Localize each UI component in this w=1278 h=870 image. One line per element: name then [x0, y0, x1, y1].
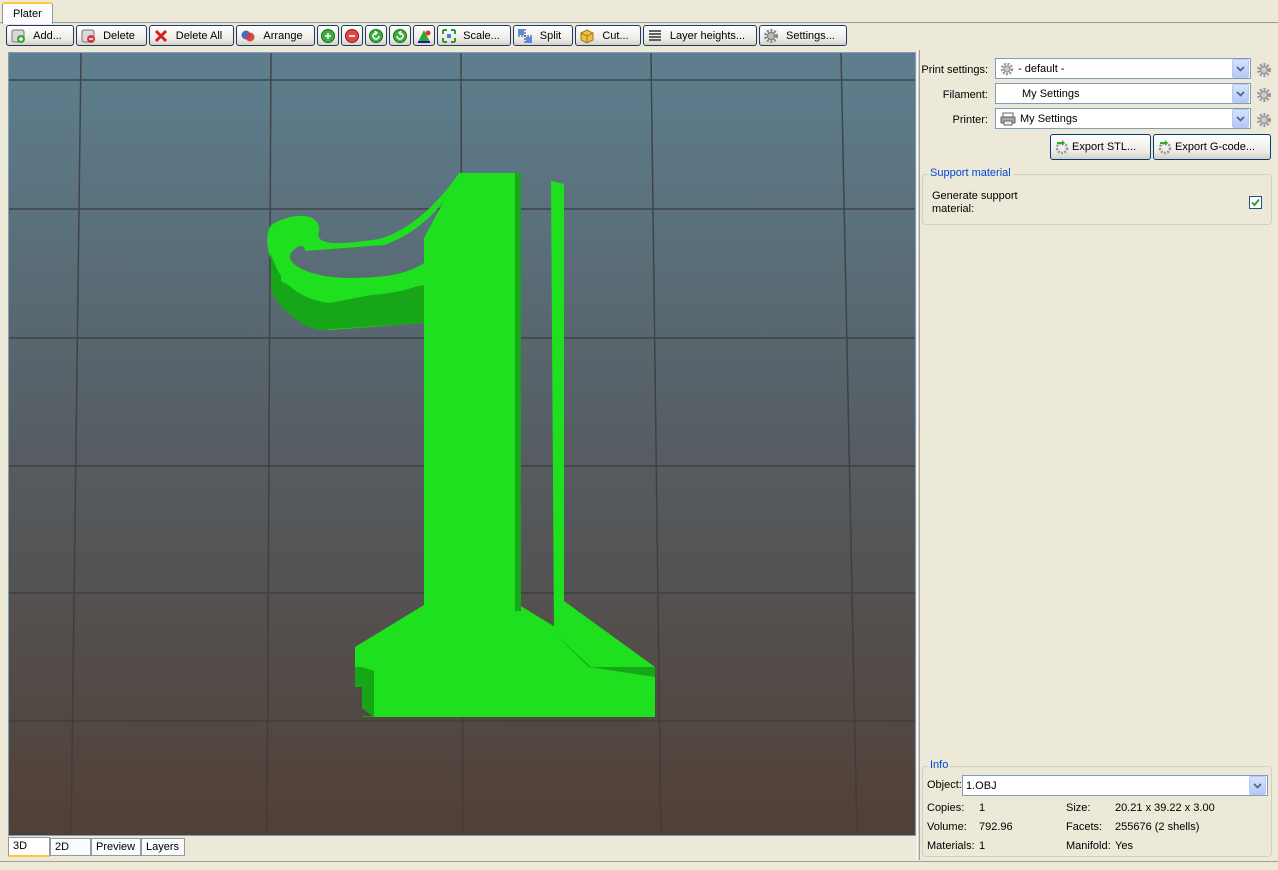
tab-3d[interactable]: 3D	[8, 837, 50, 857]
chevron-down-icon[interactable]	[1232, 59, 1249, 78]
add-button[interactable]: Add...	[6, 25, 74, 46]
export-gcode-label: Export G-code...	[1175, 141, 1256, 153]
print-settings-value: - default -	[1018, 62, 1065, 75]
tab-plater[interactable]: Plater	[2, 2, 53, 24]
3d-viewport[interactable]	[8, 52, 916, 836]
generate-support-label: Generate support material:	[932, 190, 1018, 216]
delete-object-icon	[80, 28, 96, 44]
volume-value: 792.96	[979, 821, 1013, 833]
decrease-copies-button[interactable]	[341, 25, 363, 46]
cut-button-label: Cut...	[602, 29, 629, 42]
cross-icon	[153, 28, 169, 44]
cut-button[interactable]: Cut...	[575, 25, 641, 46]
add-button-label: Add...	[33, 29, 62, 42]
settings-button-label: Settings...	[786, 29, 835, 42]
cut-icon	[579, 28, 595, 44]
plus-circle-icon	[320, 28, 336, 44]
print-settings-gear-icon[interactable]	[1256, 62, 1272, 78]
size-label: Size:	[1066, 802, 1091, 814]
info-title: Info	[928, 759, 951, 771]
split-icon	[517, 28, 533, 44]
rotate-cw-button[interactable]	[389, 25, 411, 46]
tab-2d[interactable]: 2D	[50, 838, 91, 856]
arrange-button[interactable]: Arrange	[236, 25, 315, 46]
filament-label: Filament:	[942, 89, 988, 101]
filament-value: My Settings	[1022, 87, 1080, 100]
facets-value: 255676 (2 shells)	[1115, 821, 1200, 833]
split-button-label: Split	[539, 29, 562, 42]
export-stl-button[interactable]: Export STL...	[1050, 134, 1151, 160]
gear-icon	[1000, 62, 1014, 76]
print-settings-select[interactable]: - default -	[995, 58, 1251, 79]
layer-heights-button[interactable]: Layer heights...	[643, 25, 757, 46]
delete-all-button[interactable]: Delete All	[149, 25, 234, 46]
printer-select[interactable]: My Settings	[995, 108, 1251, 129]
filament-select[interactable]: My Settings	[995, 83, 1251, 104]
printer-icon	[1000, 112, 1016, 126]
export-gcode-button[interactable]: Export G-code...	[1153, 134, 1271, 160]
export-stl-label: Export STL...	[1072, 141, 1137, 153]
rotate-ccw-button[interactable]	[365, 25, 387, 46]
checkmark-icon	[1251, 198, 1260, 207]
printer-value: My Settings	[1020, 112, 1078, 125]
delete-button-label: Delete	[103, 29, 135, 42]
model-numeral-one[interactable]	[267, 173, 655, 717]
delete-all-button-label: Delete All	[175, 29, 223, 42]
gear-icon	[763, 28, 779, 44]
scale-button[interactable]: Scale...	[437, 25, 511, 46]
layer-heights-button-label: Layer heights...	[669, 29, 746, 42]
rotate-button[interactable]	[413, 25, 435, 46]
volume-label: Volume:	[927, 821, 967, 833]
settings-button[interactable]: Settings...	[759, 25, 847, 46]
chevron-down-icon[interactable]	[1232, 109, 1249, 128]
support-material-title: Support material	[928, 167, 1013, 179]
object-value: 1.OBJ	[966, 779, 997, 792]
scale-icon	[441, 28, 457, 44]
scale-button-label: Scale...	[463, 29, 500, 42]
add-object-icon	[10, 28, 26, 44]
copies-label: Copies:	[927, 802, 965, 814]
split-button[interactable]: Split	[513, 25, 573, 46]
object-label: Object:	[927, 779, 962, 791]
arrange-icon	[240, 28, 256, 44]
object-select[interactable]: 1.OBJ	[962, 775, 1268, 796]
tab-preview[interactable]: Preview	[91, 838, 141, 856]
materials-label: Materials:	[927, 840, 975, 852]
materials-value: 1	[979, 840, 986, 852]
3d-scene[interactable]	[9, 53, 916, 836]
rotate-axis-icon	[416, 28, 432, 44]
delete-button[interactable]: Delete	[76, 25, 147, 46]
filament-gear-icon[interactable]	[1256, 87, 1272, 103]
increase-copies-button[interactable]	[317, 25, 339, 46]
facets-label: Facets:	[1066, 821, 1103, 833]
manifold-label: Manifold:	[1066, 840, 1111, 852]
printer-gear-icon[interactable]	[1256, 112, 1272, 128]
generate-support-label-line2: material:	[932, 203, 975, 215]
arrange-button-label: Arrange	[263, 29, 303, 42]
minus-circle-icon	[344, 28, 360, 44]
chevron-down-icon[interactable]	[1232, 84, 1249, 103]
export-icon	[1054, 139, 1070, 155]
generate-support-label-line1: Generate support	[932, 190, 1018, 202]
chevron-down-icon[interactable]	[1249, 776, 1266, 795]
print-settings-label: Print settings:	[921, 64, 988, 76]
export-icon	[1157, 139, 1173, 155]
manifold-value: Yes	[1115, 840, 1133, 852]
generate-support-checkbox[interactable]	[1249, 196, 1262, 209]
printer-label: Printer:	[952, 114, 988, 126]
panel-splitter[interactable]	[917, 50, 920, 860]
rotate-left-icon	[368, 28, 384, 44]
rotate-right-icon	[392, 28, 408, 44]
copies-value: 1	[979, 802, 986, 814]
tab-layers[interactable]: Layers	[141, 838, 185, 856]
size-value: 20.21 x 39.22 x 3.00	[1115, 802, 1215, 814]
tab-strip	[0, 0, 1278, 23]
layers-icon	[647, 28, 663, 44]
